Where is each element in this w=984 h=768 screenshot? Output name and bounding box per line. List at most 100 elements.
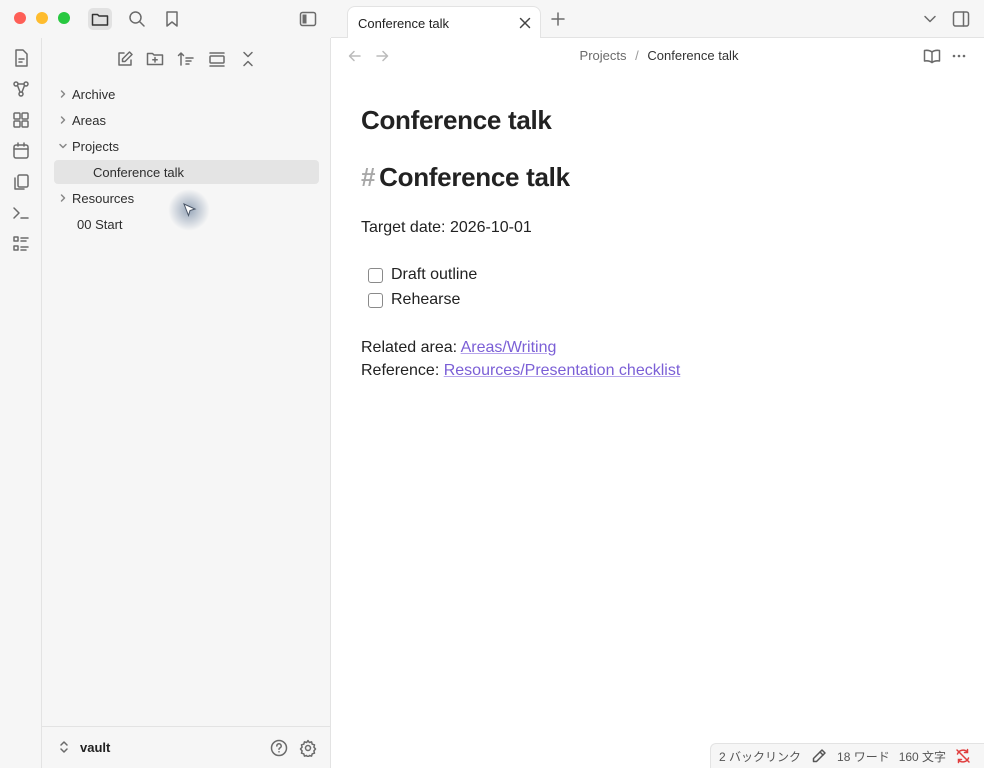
vault-name: vault: [80, 739, 111, 755]
calendar-icon: [13, 142, 29, 159]
status-bar: 2 バックリンク 18 ワード 160 文字: [710, 743, 984, 768]
note-heading[interactable]: # Conference talk: [361, 162, 570, 193]
folder-icon: [91, 13, 109, 26]
collapse-icon: [243, 51, 253, 67]
tree-folder-archive[interactable]: Archive: [54, 82, 319, 106]
vault-switcher-bar: vault: [42, 726, 330, 768]
sync-status-button[interactable]: [955, 748, 971, 764]
tree-item-label: Resources: [72, 190, 135, 206]
close-window-button[interactable]: [14, 12, 26, 24]
close-icon: [519, 17, 531, 29]
sort-icon: [177, 52, 194, 66]
tree-item-label: Areas: [72, 112, 106, 128]
task-item: Rehearse: [368, 291, 460, 309]
bookmarks-button[interactable]: [160, 8, 184, 30]
open-today-note-button[interactable]: [11, 48, 31, 68]
graph-view-button[interactable]: [11, 79, 31, 99]
related-area-link[interactable]: Areas/Writing: [461, 339, 557, 356]
list-icon: [13, 236, 29, 251]
more-options-button[interactable]: [951, 53, 967, 59]
help-icon: [270, 739, 288, 757]
word-count: 18 ワード: [837, 749, 890, 764]
reference-line: Reference: Resources/Presentation checkl…: [361, 362, 680, 380]
help-button[interactable]: [270, 739, 288, 757]
canvas-button[interactable]: [11, 110, 31, 130]
task-checkbox[interactable]: [368, 292, 383, 308]
toggle-right-sidebar-button[interactable]: [952, 10, 970, 28]
file-explorer-button[interactable]: [88, 8, 112, 30]
toggle-left-sidebar-button[interactable]: [296, 8, 320, 30]
target-date-text: Target date: 2026-10-01: [361, 219, 532, 236]
heading-hash: #: [361, 162, 376, 192]
reference-prefix: Reference:: [361, 362, 444, 379]
heading-text: Conference talk: [379, 162, 570, 192]
editing-mode-button[interactable]: [811, 748, 827, 764]
vault-switcher[interactable]: vault: [58, 739, 110, 755]
auto-reveal-button[interactable]: [208, 50, 226, 68]
task-item: Draft outline: [368, 266, 477, 284]
settings-button[interactable]: [299, 739, 317, 757]
editor-pane: Projects / Conference talk Conference ta…: [331, 38, 984, 768]
note-inline-title[interactable]: Conference talk: [361, 105, 552, 136]
edit-icon: [118, 51, 133, 66]
tree-folder-projects[interactable]: Projects: [54, 134, 319, 158]
chevron-down-icon: [924, 15, 936, 23]
chevron-right-icon: [60, 90, 66, 98]
related-area-prefix: Related area:: [361, 339, 461, 356]
tree-item-label: Archive: [72, 86, 116, 102]
gear-icon: [299, 739, 317, 757]
graph-icon: [13, 81, 29, 97]
tab-list-button[interactable]: [922, 12, 938, 26]
tree-file-conference-talk[interactable]: Conference talk: [54, 160, 319, 184]
ribbon: [0, 38, 42, 768]
file-explorer-pane: Archive Areas Projects Conference talk R…: [42, 38, 331, 768]
search-icon: [129, 11, 145, 27]
backlinks-count[interactable]: 2 バックリンク: [719, 748, 801, 765]
task-checkbox[interactable]: [368, 267, 383, 283]
sync-error-icon: [956, 748, 970, 764]
daily-notes-button[interactable]: [11, 141, 31, 161]
reading-view-button[interactable]: [923, 48, 941, 64]
change-sort-order-button[interactable]: [177, 50, 195, 68]
maximize-window-button[interactable]: [58, 12, 70, 24]
book-open-icon: [923, 49, 941, 64]
command-palette-button[interactable]: [11, 203, 31, 223]
breadcrumb: Projects / Conference talk: [331, 48, 984, 63]
title-bar-left: [0, 0, 331, 38]
sidebar-left-icon: [299, 11, 317, 27]
breadcrumb-parent[interactable]: Projects: [580, 48, 627, 63]
search-button[interactable]: [125, 8, 149, 30]
minimize-window-button[interactable]: [36, 12, 48, 24]
frame-icon: [209, 52, 225, 67]
breadcrumb-current[interactable]: Conference talk: [647, 48, 738, 63]
outline-button[interactable]: [11, 234, 31, 254]
char-count: 160 文字: [898, 749, 947, 764]
breadcrumb-separator: /: [635, 48, 639, 63]
chevron-right-icon: [60, 194, 66, 202]
mouse-cursor-highlight: [168, 189, 210, 231]
copy-icon: [14, 174, 29, 190]
templates-button[interactable]: [11, 172, 31, 192]
bookmark-icon: [166, 11, 178, 27]
plus-icon: [551, 12, 565, 26]
tab-bar: Conference talk: [331, 0, 984, 39]
new-note-button[interactable]: [116, 50, 134, 68]
file-icon: [15, 49, 28, 67]
sidebar-right-icon: [952, 11, 970, 27]
collapse-all-button[interactable]: [239, 50, 257, 68]
tree-item-label: 00 Start: [77, 216, 123, 232]
chevron-down-icon: [59, 143, 67, 149]
task-label: Rehearse: [391, 291, 461, 308]
tree-folder-areas[interactable]: Areas: [54, 108, 319, 132]
terminal-icon: [13, 207, 29, 219]
chevron-up-down-icon: [60, 741, 68, 753]
reference-link[interactable]: Resources/Presentation checklist: [444, 362, 681, 379]
grid-icon: [13, 112, 29, 128]
tree-item-label: Projects: [72, 138, 119, 154]
pencil-icon: [812, 749, 826, 763]
more-horizontal-icon: [952, 54, 966, 58]
new-tab-button[interactable]: [550, 11, 566, 27]
tab-conference-talk[interactable]: Conference talk: [347, 6, 541, 39]
close-tab-button[interactable]: [518, 16, 532, 30]
new-folder-button[interactable]: [146, 50, 164, 68]
